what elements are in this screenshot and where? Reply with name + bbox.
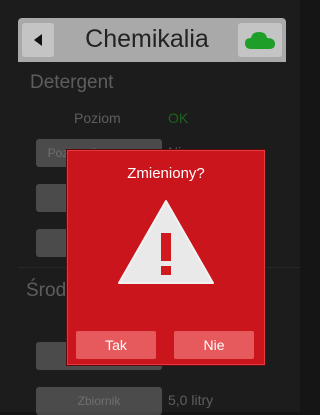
no-button[interactable]: Nie (174, 331, 254, 359)
header-bar: Chemikalia (18, 18, 286, 62)
yes-button[interactable]: Tak (76, 331, 156, 359)
back-arrow-icon (34, 34, 42, 46)
tank-value: 5,0 litry (168, 392, 214, 408)
level-status: OK (168, 110, 189, 126)
back-button[interactable] (22, 23, 54, 57)
dialog-title: Zmieniony? (127, 165, 205, 182)
level-label: Poziom (74, 110, 121, 126)
app-frame: Chemikalia Detergent Poziom OK Poziom De… (0, 0, 300, 415)
section-title-detergent: Detergent (30, 72, 114, 93)
cloud-button[interactable] (238, 23, 282, 57)
page-title: Chemikalia (85, 25, 209, 53)
tank-button[interactable]: Zbiornik (36, 387, 162, 415)
section-title-second: Środ (26, 280, 67, 301)
confirm-dialog: Zmieniony? Tak Nie (67, 150, 265, 365)
cloud-icon (245, 32, 275, 49)
warning-triangle-icon (118, 200, 214, 284)
